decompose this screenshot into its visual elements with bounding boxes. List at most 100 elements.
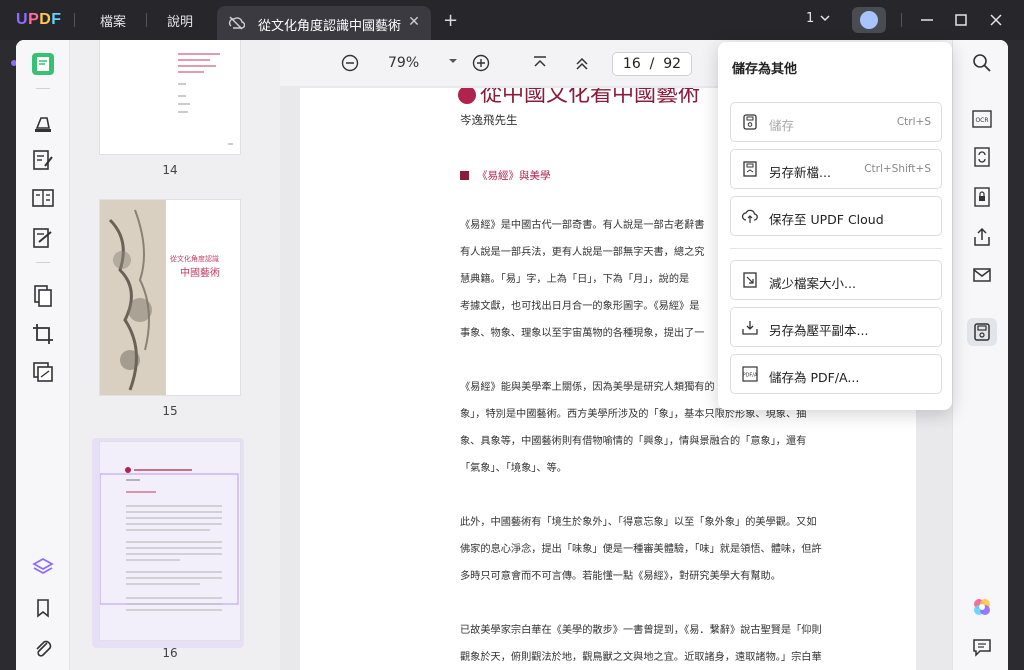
avatar[interactable] [852, 7, 886, 33]
document-tab[interactable]: 從文化角度認識中國藝術 ✕ [217, 6, 431, 40]
thumbnail-page-14[interactable] [100, 40, 240, 154]
page-number-field[interactable]: 16 / 92 [612, 52, 692, 76]
save-as-label: 另存新檔... [769, 165, 831, 180]
first-page-icon[interactable] [530, 53, 550, 73]
new-tab-button[interactable]: + [443, 10, 458, 31]
save-button[interactable]: 儲存 Ctrl+S [730, 102, 942, 142]
total-pages: 92 [663, 56, 682, 72]
menu-help[interactable]: 說明 [167, 11, 193, 30]
cover-subtitle: 中國藝術 [180, 268, 220, 279]
divider [146, 13, 147, 27]
minimize-icon[interactable] [917, 10, 937, 30]
email-icon[interactable] [971, 264, 993, 286]
left-toolbar [16, 40, 70, 670]
crop-icon[interactable] [31, 322, 55, 346]
cloud-off-icon [228, 16, 245, 30]
divider [74, 13, 75, 27]
tab-close-icon[interactable]: ✕ [406, 14, 422, 30]
comment-highlighter-icon[interactable] [31, 110, 55, 134]
document-line: 慧典籍。「易」字，上為「日」，下為「月」，說的是 [460, 274, 690, 285]
protect-document-icon[interactable] [971, 186, 993, 208]
edit-pdf-icon[interactable] [31, 148, 55, 172]
right-toolbar: OCR [952, 40, 1008, 670]
zoom-in-icon[interactable] [471, 53, 491, 73]
document-line: 事象、物象、理象以至宇宙萬物的各種現象，提出了一 [460, 328, 705, 339]
document-line: 考據文獻，也可找出日月合一的象形圖字。《易經》是 [460, 301, 700, 312]
compress-icon [743, 272, 757, 288]
reader-mode-icon[interactable] [31, 52, 55, 76]
convert-icon[interactable] [971, 146, 993, 168]
save-as-menu-title: 儲存為其他 [732, 62, 798, 77]
divider [36, 262, 50, 263]
flatten-icon [742, 321, 758, 335]
document-line: 已故美學家宗白華在《美學的散步》一書曾提到，《易．繫辭》說古聖賢是「仰則 [460, 625, 822, 636]
tab-title: 從文化角度認識中國藝術 [258, 19, 402, 34]
menu-file[interactable]: 檔案 [100, 11, 126, 30]
save-as-pdfa-button[interactable]: PDF/A 儲存為 PDF/A... [730, 354, 942, 394]
ai-assistant-icon[interactable] [971, 596, 993, 618]
document-line: 多時只可意會而不可言傳。若能懂一點《易經》，對研究美學大有幫助。 [460, 571, 781, 582]
document-line: 有人說是一部兵法，更有人說是一部無字天書，總之究 [460, 247, 705, 258]
save-as-other-icon[interactable] [971, 321, 993, 343]
organize-pages-icon[interactable] [31, 284, 55, 308]
chevron-down-icon[interactable] [819, 12, 831, 24]
ocr-icon[interactable]: OCR [971, 108, 993, 130]
attachment-icon[interactable] [31, 636, 55, 660]
cover-title: 從文化角度認識 [170, 255, 219, 263]
svg-text:PDF/A: PDF/A [743, 373, 758, 379]
bookmark-icon[interactable] [31, 596, 55, 620]
zoom-level[interactable]: 79% [388, 55, 419, 71]
page-14-preview [178, 53, 233, 145]
close-window-icon[interactable] [986, 10, 1006, 30]
current-page: 16 [622, 56, 641, 72]
divider [36, 88, 50, 89]
document-line: 「氣象」、「境象」、等。 [460, 463, 567, 474]
thumbnail-page-number: 14 [162, 163, 178, 177]
pdfa-icon: PDF/A [742, 366, 758, 382]
save-icon [743, 114, 757, 130]
document-author: 岑逸飛先生 [460, 113, 518, 127]
document-line: 《易經》是中國古代一部奇書。有人說是一部古老辭書 [460, 220, 705, 231]
page-separator: / [649, 56, 655, 72]
layers-icon[interactable] [31, 556, 55, 580]
reduce-file-size-button[interactable]: 減少檔案大小... [730, 260, 942, 300]
zoom-dropdown-icon[interactable] [448, 56, 458, 66]
document-title: 從中國文化看中國藝術 [480, 88, 701, 107]
share-icon[interactable] [971, 226, 993, 248]
document-line: 觀象於天，俯則觀法於地，觀鳥獸之文與地之宜。近取諸身，遠取諸物。」宗白華 [460, 652, 822, 663]
flattened-copy-label: 另存為壓平副本... [769, 323, 869, 338]
save-as-menu: 儲存為其他 儲存 Ctrl+S 另存新檔... Ctrl+Shift+S 保存至… [718, 42, 952, 410]
document-line: 佛家的息心淨念，提出「味象」便是一種審美體驗，「味」就是領悟、體味，但許 [460, 544, 822, 555]
save-to-cloud-label: 保存至 UPDF Cloud [769, 212, 884, 227]
window-count[interactable]: 1 [806, 11, 814, 26]
section-heading: 《易經》與美學 [460, 168, 551, 183]
document-line: 此外，中國藝術有「境生於象外」、「得意忘象」以至「象外象」的美學觀。又如 [460, 517, 817, 528]
document-line: 《易經》能與美學牽上關係，因為美學是研究人類獨有的 [460, 382, 715, 393]
thumbnail-page-number: 16 [162, 646, 178, 660]
title-bullet [458, 88, 476, 104]
protect-icon[interactable] [31, 360, 55, 384]
reduce-size-label: 減少檔案大小... [769, 276, 856, 291]
updf-logo: UPDF [16, 11, 62, 28]
divider [901, 13, 902, 27]
cloud-upload-icon [741, 209, 758, 223]
save-shortcut: Ctrl+S [896, 116, 931, 128]
maximize-icon[interactable] [951, 10, 971, 30]
form-icon[interactable] [31, 186, 55, 210]
comment-icon[interactable] [971, 636, 993, 658]
search-icon[interactable] [971, 52, 993, 74]
save-pdfa-label: 儲存為 PDF/A... [769, 370, 860, 385]
thumbnail-page-15[interactable]: 從文化角度認識 中國藝術 [100, 200, 240, 395]
fill-sign-icon[interactable] [31, 226, 55, 250]
zoom-out-icon[interactable] [340, 53, 360, 73]
document-line: 象、具象等，中國藝術則有借物喻情的「興象」，情與景融合的「意象」，還有 [460, 436, 807, 447]
save-flattened-copy-button[interactable]: 另存為壓平副本... [730, 307, 942, 347]
cover-painting-image [100, 200, 166, 395]
thumbnail-page-16[interactable] [99, 442, 240, 640]
save-as-icon [743, 161, 757, 177]
svg-text:OCR: OCR [975, 117, 988, 124]
previous-page-icon[interactable] [572, 53, 592, 73]
save-label: 儲存 [769, 118, 795, 133]
save-to-cloud-button[interactable]: 保存至 UPDF Cloud [730, 196, 942, 236]
save-as-new-file-button[interactable]: 另存新檔... Ctrl+Shift+S [730, 149, 942, 189]
